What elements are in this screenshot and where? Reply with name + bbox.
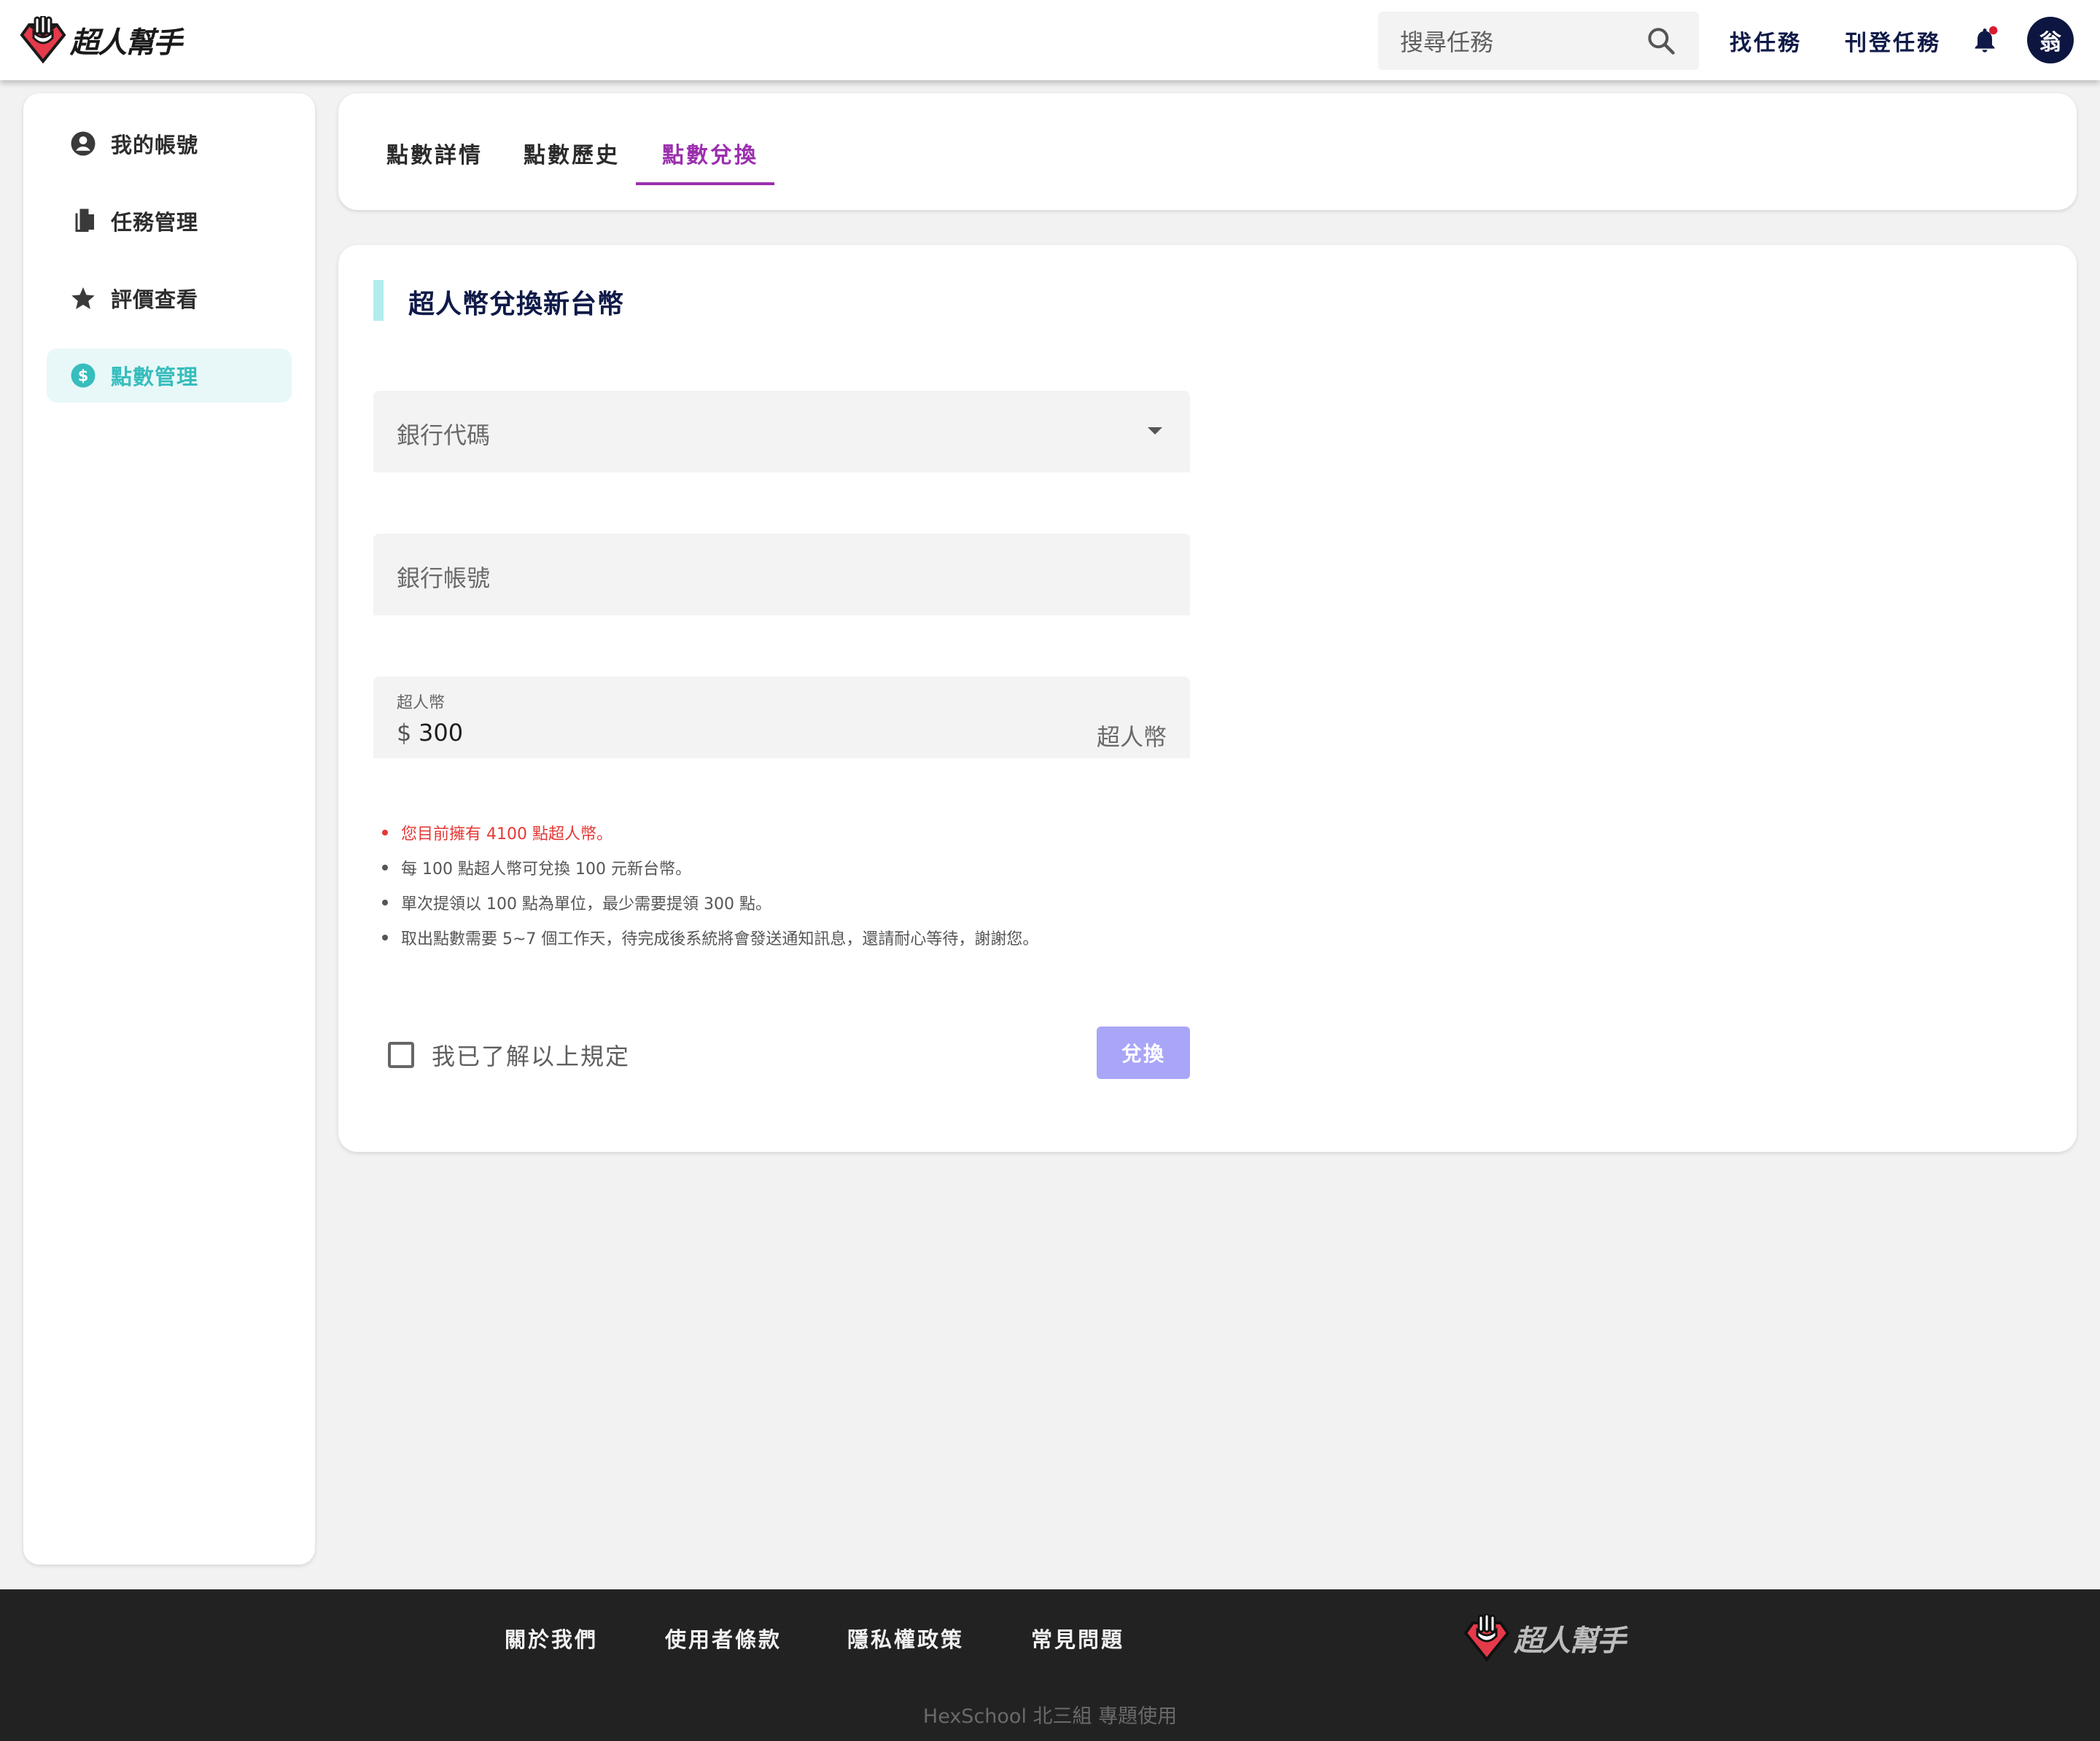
bank-account-input[interactable]: 銀行帳號 [373, 534, 1190, 615]
bank-code-placeholder: 銀行代碼 [397, 421, 491, 449]
footer-link-terms[interactable]: 使用者條款 [665, 1623, 782, 1654]
sidebar-item-label: 任務管理 [111, 210, 199, 235]
hand-diamond-logo-icon [20, 16, 66, 64]
footer-link-privacy[interactable]: 隱私權政策 [847, 1623, 964, 1654]
sidebar-item-account[interactable]: 我的帳號 [47, 117, 292, 171]
account-circle-icon [71, 131, 96, 156]
agree-label[interactable]: 我已了解以上規定 [432, 1038, 630, 1072]
hand-diamond-logo-icon [1463, 1614, 1510, 1662]
footer-brand-logo[interactable]: 超人幫手 [1463, 1614, 1626, 1662]
sidebar-item-label: 點數管理 [111, 365, 199, 389]
currency-suffix: 超人幣 [1096, 723, 1167, 751]
sidebar-item-label: 評價查看 [111, 287, 199, 312]
notification-bell-icon[interactable] [1970, 25, 1999, 55]
active-tab-indicator [636, 182, 774, 185]
search-icon[interactable] [1645, 25, 1677, 57]
brand-logo[interactable]: 超人幫手 [19, 16, 182, 64]
sidebar-item-task-management[interactable]: 任務管理 [47, 194, 292, 248]
user-avatar[interactable]: 翁 [2027, 17, 2074, 63]
agree-checkbox-row[interactable]: 我已了解以上規定 [388, 1038, 630, 1072]
svg-text:$: $ [78, 367, 89, 385]
list-item: 取出點數需要 5~7 個工作天，待完成後系統將會發送通知訊息，還請耐心等待，謝謝… [382, 926, 1038, 949]
dropdown-arrow-icon[interactable] [1148, 427, 1162, 435]
list-item: 單次提領以 100 點為單位，最少需要提領 300 點。 [382, 891, 771, 914]
top-navbar: 超人幫手 搜尋任務 找任務 刊登任務 翁 [0, 0, 2100, 80]
sidebar-item-reviews[interactable]: 評價查看 [47, 271, 292, 325]
coin-amount-input[interactable]: 超人幣 $ 300 超人幣 [373, 677, 1190, 758]
nav-post-task[interactable]: 刊登任務 [1845, 25, 1941, 57]
brand-wordmark: 超人幫手 [1514, 1624, 1626, 1658]
dollar-circle-icon: $ [71, 363, 96, 388]
search-box[interactable]: 搜尋任務 [1378, 12, 1699, 70]
coin-amount-value[interactable]: 300 [419, 719, 463, 747]
bank-code-select[interactable]: 銀行代碼 [373, 391, 1190, 472]
list-item: 您目前擁有 4100 點超人幣。 [382, 821, 612, 844]
section-accent-bar [373, 280, 384, 321]
list-item: 每 100 點超人幣可兌換 100 元新台幣。 [382, 856, 691, 879]
brand-wordmark: 超人幫手 [70, 26, 182, 60]
tabs-card: 點數詳情 點數歷史 點數兌換 [338, 93, 2077, 210]
copyright-text: HexSchool 北三組 專題使用 [922, 1705, 1178, 1728]
tab-points-details[interactable]: 點數詳情 [386, 137, 483, 169]
footer-link-faq[interactable]: 常見問題 [1031, 1623, 1124, 1654]
exchange-form-card: 超人幣兌換新台幣 銀行代碼 銀行帳號 超人幣 $ 300 超人幣 您目前擁有 4… [338, 245, 2077, 1152]
footer-link-about[interactable]: 關於我們 [505, 1623, 598, 1654]
nav-find-task[interactable]: 找任務 [1730, 25, 1802, 57]
bank-account-placeholder: 銀行帳號 [397, 564, 491, 592]
search-input[interactable]: 搜尋任務 [1400, 24, 1645, 58]
section-title: 超人幣兌換新台幣 [408, 289, 625, 319]
agree-checkbox[interactable] [388, 1042, 414, 1068]
sidebar-item-points[interactable]: $ 點數管理 [47, 348, 292, 402]
currency-prefix: $ [397, 719, 412, 747]
document-icon [75, 209, 94, 232]
sidebar-item-label: 我的帳號 [111, 133, 199, 157]
exchange-button[interactable]: 兌換 [1097, 1027, 1190, 1079]
star-icon [71, 287, 95, 309]
tab-points-history[interactable]: 點數歷史 [524, 137, 620, 169]
footer: 關於我們 使用者條款 隱私權政策 常見問題 超人幫手 HexSchool 北三組… [0, 1589, 2100, 1741]
coin-amount-label: 超人幣 [397, 694, 446, 712]
tab-points-exchange[interactable]: 點數兌換 [662, 137, 758, 169]
sidebar: 我的帳號 任務管理 評價查看 $ 點數管理 [23, 93, 315, 1565]
